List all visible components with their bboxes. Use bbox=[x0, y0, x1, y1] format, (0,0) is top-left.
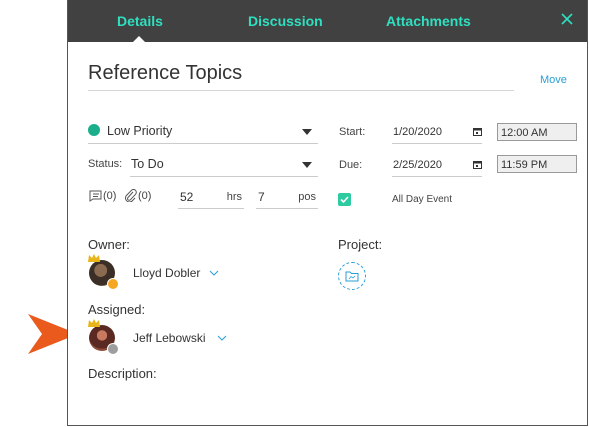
hours-value: 52 bbox=[180, 190, 194, 204]
checkmark-icon bbox=[340, 196, 349, 204]
hours-field[interactable]: 52 hrs bbox=[178, 186, 244, 209]
active-tab-indicator bbox=[132, 36, 146, 43]
priority-value: Low Priority bbox=[107, 124, 173, 138]
title-underline bbox=[88, 90, 514, 91]
hours-unit: hrs bbox=[226, 191, 242, 203]
assigned-selector[interactable]: Jeff Lebowski bbox=[88, 319, 239, 355]
move-link[interactable]: Move bbox=[540, 74, 567, 86]
assigned-name: Jeff Lebowski bbox=[133, 331, 206, 345]
chevron-down-icon bbox=[302, 162, 312, 168]
status-value: To Do bbox=[131, 157, 164, 171]
chevron-down-icon bbox=[302, 129, 312, 135]
description-label: Description: bbox=[88, 366, 157, 381]
attachments-count: (0) bbox=[138, 190, 152, 202]
status-select[interactable]: To Do bbox=[130, 152, 318, 177]
close-icon[interactable] bbox=[559, 11, 575, 27]
due-time-field[interactable]: 11:59 PM bbox=[497, 155, 577, 173]
start-date-field[interactable]: 1/20/2020 bbox=[392, 119, 482, 144]
folder-icon bbox=[345, 271, 359, 282]
tab-bar: Details Discussion Attachments bbox=[68, 0, 587, 43]
due-label: Due: bbox=[339, 159, 363, 171]
owner-label: Owner: bbox=[88, 237, 130, 252]
assigned-status-dot bbox=[107, 343, 119, 355]
pos-value: 7 bbox=[258, 190, 265, 204]
crown-icon bbox=[88, 254, 100, 262]
owner-status-dot bbox=[107, 278, 119, 290]
task-details-dialog: Details Discussion Attachments Reference… bbox=[67, 0, 588, 426]
owner-selector[interactable]: Lloyd Dobler bbox=[88, 254, 229, 290]
priority-color-dot bbox=[88, 124, 100, 136]
all-day-checkbox[interactable] bbox=[338, 193, 351, 206]
pos-field[interactable]: 7 pos bbox=[256, 186, 318, 209]
pos-unit: pos bbox=[298, 191, 316, 203]
start-label: Start: bbox=[339, 126, 366, 138]
paperclip-icon[interactable] bbox=[124, 189, 137, 202]
all-day-label: All Day Event bbox=[392, 194, 453, 205]
calendar-icon[interactable] bbox=[473, 127, 482, 136]
notes-count: (0) bbox=[103, 190, 117, 202]
tab-attachments[interactable]: Attachments bbox=[386, 0, 471, 42]
calendar-icon[interactable] bbox=[473, 160, 482, 169]
assigned-label: Assigned: bbox=[88, 302, 146, 317]
owner-name: Lloyd Dobler bbox=[133, 266, 201, 280]
task-title[interactable]: Reference Topics bbox=[88, 62, 242, 85]
project-picker-button[interactable] bbox=[338, 262, 366, 290]
start-date-value: 1/20/2020 bbox=[393, 126, 442, 138]
notes-icon[interactable] bbox=[88, 190, 102, 202]
priority-select[interactable]: Low Priority bbox=[88, 119, 318, 144]
chevron-down-icon[interactable] bbox=[209, 270, 219, 276]
project-label: Project: bbox=[338, 237, 383, 252]
start-time-field[interactable]: 12:00 AM bbox=[497, 123, 577, 141]
tab-discussion[interactable]: Discussion bbox=[248, 0, 323, 42]
crown-icon bbox=[88, 319, 100, 327]
due-date-value: 2/25/2020 bbox=[393, 159, 442, 171]
chevron-down-icon[interactable] bbox=[217, 335, 227, 341]
due-date-field[interactable]: 2/25/2020 bbox=[392, 152, 482, 177]
status-label: Status: bbox=[88, 158, 123, 170]
